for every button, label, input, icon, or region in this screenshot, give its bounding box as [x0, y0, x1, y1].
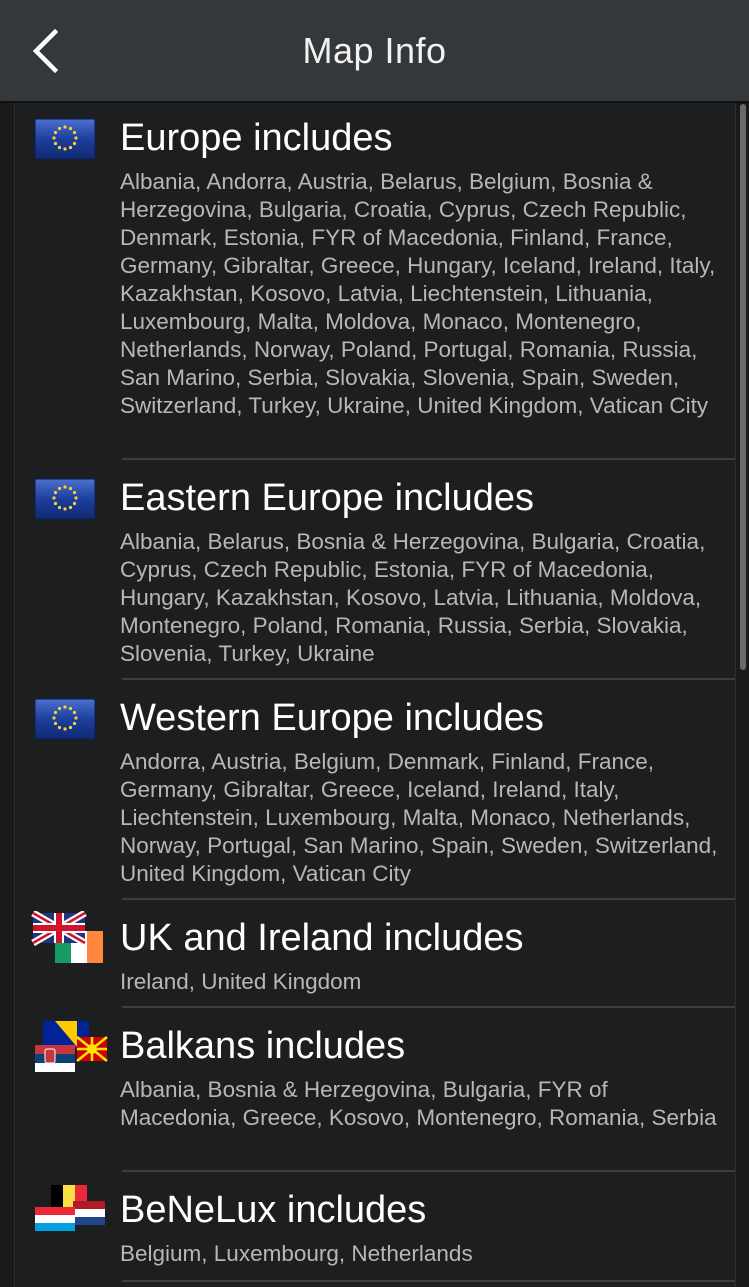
entry-title: Western Europe includes [120, 697, 544, 739]
entry-country-list: Andorra, Austria, Belgium, Denmark, Finl… [120, 749, 718, 886]
divider [122, 1006, 735, 1008]
divider [122, 1280, 735, 1282]
entry-country-list: Ireland, United Kingdom [120, 969, 362, 994]
divider [122, 678, 735, 680]
entry-country-list: Belgium, Luxembourg, Netherlands [120, 1241, 473, 1266]
benelux-flags-icon [35, 1185, 105, 1231]
entry-country-list: Albania, Belarus, Bosnia & Herzegovina, … [120, 529, 706, 666]
entry-title: BeNeLux includes [120, 1189, 427, 1231]
balkans-flags-icon [35, 1021, 108, 1072]
divider [122, 458, 735, 460]
entry-title: Balkans includes [120, 1025, 406, 1067]
page-title: Map Info [302, 30, 447, 71]
entry-title: Eastern Europe includes [120, 477, 535, 519]
map-info-list: Europe includes Albania, Andorra, Austri… [14, 103, 736, 1287]
entry-title: UK and Ireland includes [120, 917, 524, 959]
divider [122, 1170, 735, 1172]
eu-flag-icon [34, 698, 96, 740]
entry-country-list: Albania, Bosnia & Herzegovina, Bulgaria,… [120, 1077, 717, 1130]
scrollbar[interactable] [740, 104, 746, 670]
entry-country-list: Albania, Andorra, Austria, Belarus, Belg… [120, 169, 716, 418]
eu-flag-icon [34, 478, 96, 520]
entry-title: Europe includes [120, 117, 393, 159]
divider [122, 898, 735, 900]
eu-flag-icon [34, 118, 96, 160]
uk-ireland-flags-icon [31, 911, 103, 963]
app-bar: Map Info [0, 0, 749, 103]
